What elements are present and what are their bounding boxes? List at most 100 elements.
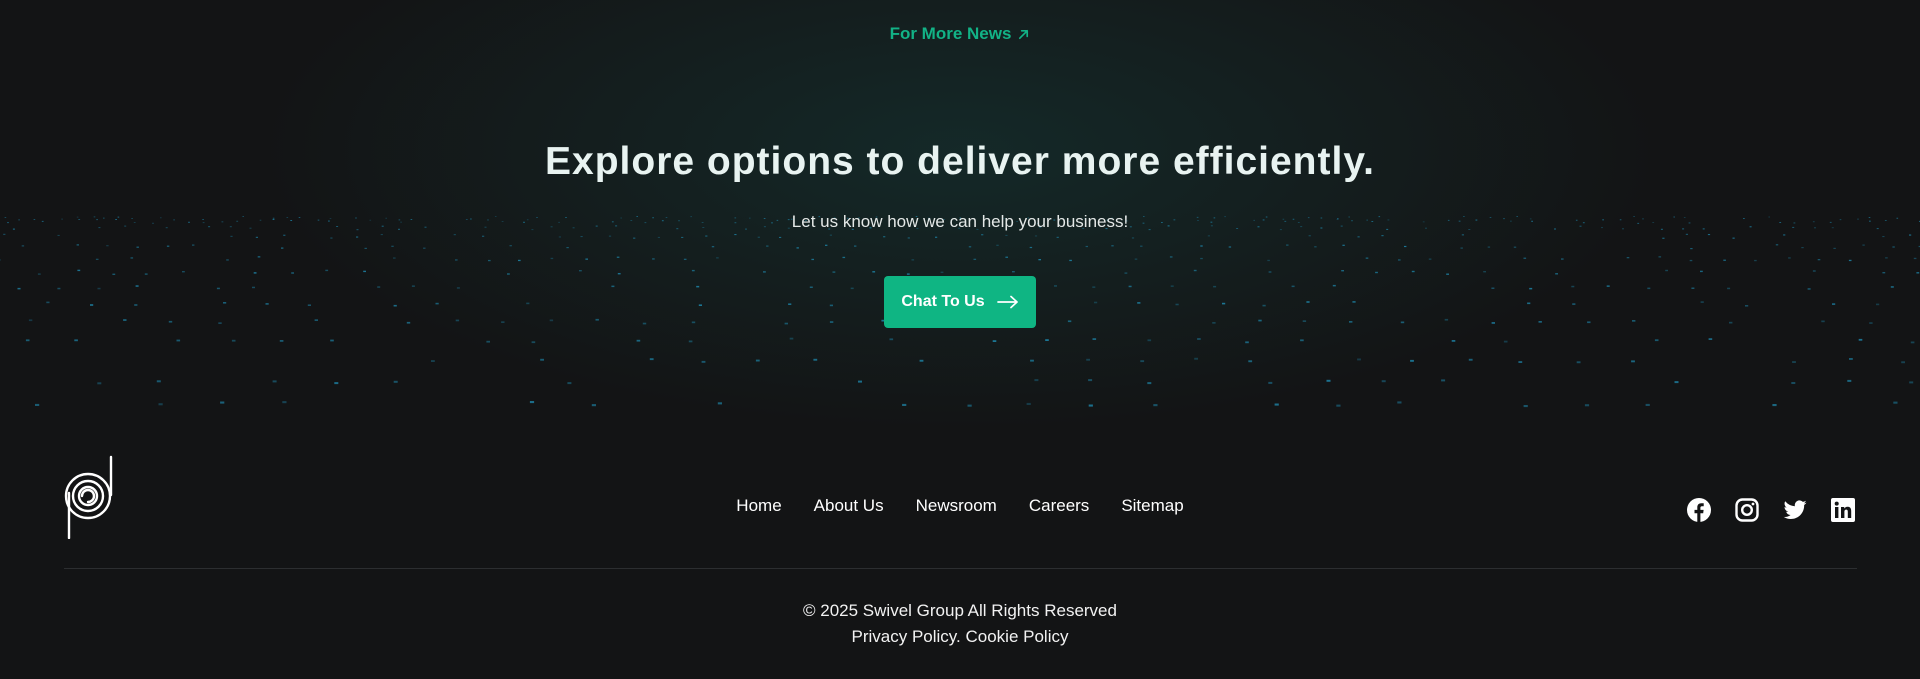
- grid-dot: [1791, 382, 1796, 384]
- grid-dot: [272, 380, 277, 383]
- grid-dot: [282, 401, 287, 404]
- hero-subtitle: Let us know how we can help your busines…: [791, 212, 1129, 231]
- grid-dot: [226, 259, 229, 261]
- grid-dot: [1375, 271, 1378, 274]
- grid-dot: [1893, 401, 1898, 404]
- grid-dot: [1341, 270, 1344, 272]
- grid-dot: [540, 358, 544, 361]
- grid-dot: [1268, 271, 1272, 273]
- footer-nav-about-us[interactable]: About Us: [814, 496, 884, 516]
- grid-dot: [829, 234, 832, 236]
- grid-dot: [1410, 359, 1414, 362]
- grid-dot: [1700, 270, 1703, 273]
- facebook-icon[interactable]: [1687, 498, 1711, 522]
- chat-to-us-button[interactable]: Chat To Us: [884, 276, 1036, 328]
- grid-dot: [1689, 259, 1693, 262]
- grid-dot: [1754, 259, 1757, 262]
- grid-dot: [701, 360, 706, 363]
- grid-dot: [681, 236, 684, 238]
- grid-dot: [1674, 381, 1679, 384]
- for-more-news-link[interactable]: For More News: [890, 24, 1031, 44]
- grid-dot: [766, 245, 769, 247]
- grid-dot: [1357, 236, 1360, 238]
- grid-dot: [130, 257, 134, 259]
- grid-dot: [1056, 236, 1059, 238]
- linkedin-icon[interactable]: [1831, 498, 1855, 522]
- footer-nav-newsroom[interactable]: Newsroom: [916, 496, 997, 516]
- grid-dot: [1801, 247, 1804, 249]
- grid-dot: [37, 273, 41, 275]
- grid-dot: [136, 246, 139, 248]
- grid-dot: [1124, 272, 1128, 274]
- grid-dot: [192, 244, 195, 246]
- grid-dot: [1665, 269, 1668, 272]
- grid-dot: [1461, 234, 1464, 236]
- grid-dot: [531, 341, 536, 344]
- footer-nav-sitemap[interactable]: Sitemap: [1121, 496, 1183, 516]
- grid-dot: [1029, 246, 1033, 249]
- grid-dot: [1030, 359, 1034, 362]
- grid-dot: [832, 271, 836, 273]
- grid-dot: [716, 257, 719, 259]
- grid-dot: [1783, 234, 1786, 236]
- grid-dot: [1147, 339, 1152, 342]
- grid-dot: [1513, 246, 1517, 248]
- grid-dot: [1398, 259, 1401, 261]
- grid-dot: [906, 273, 910, 275]
- grid-dot: [981, 234, 984, 236]
- grid-dot: [257, 256, 261, 258]
- grid-dot: [509, 245, 512, 247]
- grid-dot: [1451, 340, 1456, 342]
- grid-dot: [281, 247, 284, 249]
- grid-dot: [291, 272, 294, 274]
- grid-dot: [74, 339, 78, 342]
- grid-dot: [657, 236, 660, 238]
- grid-dot: [1909, 381, 1914, 384]
- grid-dot: [529, 401, 535, 404]
- twitter-icon[interactable]: [1783, 498, 1807, 522]
- social-links: [1687, 498, 1855, 522]
- grid-dot: [763, 271, 766, 273]
- grid-dot: [1411, 270, 1415, 273]
- grid-dot: [518, 259, 521, 262]
- grid-dot: [176, 339, 181, 342]
- grid-dot: [1314, 246, 1317, 248]
- grid-dot: [1381, 235, 1384, 237]
- grid-dot: [691, 269, 695, 272]
- grid-dot: [1441, 379, 1446, 382]
- grid-dot: [1193, 269, 1197, 272]
- footer-nav-home[interactable]: Home: [736, 496, 781, 516]
- grid-dot: [757, 236, 760, 238]
- grid-dot: [1086, 358, 1090, 361]
- grid-dot: [255, 236, 258, 238]
- grid-dot: [911, 259, 915, 261]
- instagram-icon[interactable]: [1735, 498, 1759, 522]
- grid-dot: [1723, 259, 1726, 261]
- grid-dot: [1357, 358, 1361, 361]
- grid-dot: [1631, 360, 1635, 363]
- grid-dot: [1916, 272, 1920, 274]
- grid-dot: [1088, 404, 1093, 407]
- grid-dot: [1812, 270, 1816, 272]
- grid-dot: [1487, 246, 1491, 248]
- privacy-policy-link[interactable]: Privacy Policy: [852, 627, 957, 646]
- grid-dot: [1849, 358, 1853, 360]
- grid-dot: [617, 273, 621, 275]
- grid-dot: [231, 339, 236, 342]
- grid-dot: [1685, 233, 1688, 235]
- grid-dot: [992, 340, 997, 342]
- cookie-policy-link[interactable]: Cookie Policy: [966, 627, 1069, 646]
- grid-dot: [325, 269, 329, 272]
- footer-nav-careers[interactable]: Careers: [1029, 496, 1089, 516]
- grid-dot: [649, 358, 654, 361]
- grid-dot: [968, 246, 972, 248]
- grid-dot: [550, 257, 554, 260]
- grid-dot: [734, 234, 737, 236]
- grid-dot: [1245, 341, 1249, 344]
- grid-dot: [1584, 404, 1590, 407]
- grid-dot: [1662, 237, 1665, 239]
- grid-dot: [97, 382, 102, 385]
- grid-dot: [825, 244, 828, 246]
- grid-dot: [811, 258, 814, 261]
- grid-dot: [1326, 379, 1331, 382]
